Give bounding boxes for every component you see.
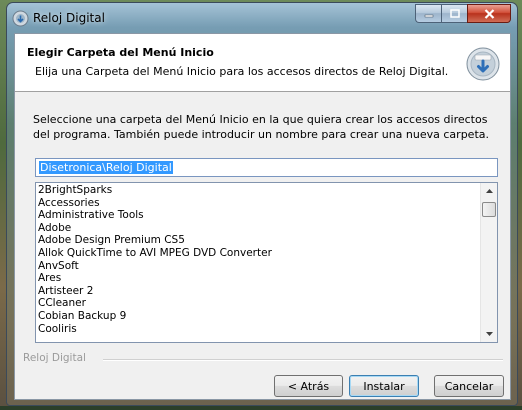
folder-list-item[interactable]: Allok QuickTime to AVI MPEG DVD Converte… [38, 247, 479, 260]
branding-divider [103, 359, 503, 361]
maximize-icon [449, 9, 460, 18]
folder-list-item[interactable]: Administrative Tools [38, 209, 479, 222]
scroll-down-button[interactable] [481, 326, 497, 342]
folder-list-item[interactable]: Accessories [38, 197, 479, 210]
folder-list-item[interactable]: Cooliris [38, 323, 479, 336]
app-icon [12, 10, 29, 27]
close-button[interactable] [467, 4, 511, 23]
scrollbar-thumb[interactable] [482, 202, 496, 217]
arrow-down-icon [485, 332, 493, 336]
folder-list-item[interactable]: AnvSoft [38, 260, 479, 273]
window-title: Reloj Digital [33, 11, 105, 25]
dialog-client: Elegir Carpeta del Menú Inicio Elija una… [14, 33, 511, 400]
folder-list-item[interactable]: 2BrightSparks [38, 184, 479, 197]
back-button[interactable]: < Atrás [274, 375, 343, 397]
page-subtitle: Elija una Carpeta del Menú Inicio para l… [35, 65, 449, 78]
folder-list-item[interactable]: Cobian Backup 9 [38, 310, 479, 323]
caption-buttons [415, 4, 511, 23]
folder-list-item[interactable]: CCleaner [38, 297, 479, 310]
arrow-up-icon [485, 189, 493, 193]
start-menu-folder-list[interactable]: 2BrightSparks Accessories Administrative… [35, 182, 498, 343]
minimize-button[interactable] [415, 4, 441, 23]
folder-list-item[interactable]: Adobe [38, 222, 479, 235]
wizard-header: Elegir Carpeta del Menú Inicio Elija una… [15, 34, 510, 92]
installer-window: Reloj Digital Elegir Carpeta del Menú In… [6, 2, 518, 406]
maximize-button[interactable] [441, 4, 467, 23]
title-bar[interactable]: Reloj Digital [7, 3, 517, 33]
minimize-icon [424, 14, 433, 17]
folder-list-item[interactable]: Ares [38, 272, 479, 285]
start-menu-folder-input[interactable]: Disetronica\Reloj Digital [35, 158, 498, 177]
vertical-scrollbar[interactable] [480, 183, 497, 342]
instructions-text: Seleccione una carpeta del Menú Inicio e… [33, 113, 489, 141]
folder-input-value[interactable]: Disetronica\Reloj Digital [39, 161, 173, 174]
branding-text: Reloj Digital [23, 352, 86, 364]
close-icon [484, 8, 494, 19]
desktop-background-strip [0, 406, 522, 410]
installer-disc-icon [466, 47, 500, 81]
folder-list-items: 2BrightSparks Accessories Administrative… [38, 184, 479, 335]
install-button[interactable]: Instalar [349, 375, 419, 397]
folder-list-item[interactable]: Adobe Design Premium CS5 [38, 234, 479, 247]
cancel-button[interactable]: Cancelar [434, 375, 504, 397]
page-title: Elegir Carpeta del Menú Inicio [27, 46, 214, 59]
scroll-up-button[interactable] [481, 183, 497, 199]
folder-list-item[interactable]: Artisteer 2 [38, 285, 479, 298]
